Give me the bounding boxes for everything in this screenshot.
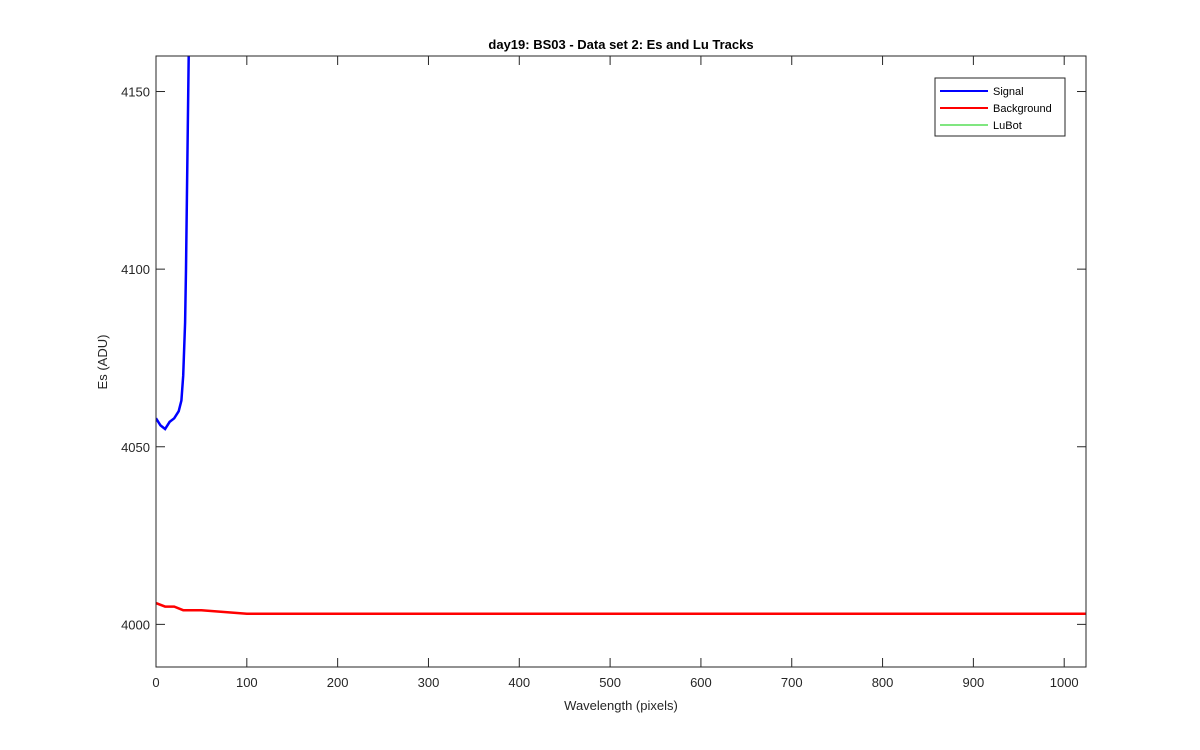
legend: Signal Background LuBot: [934, 77, 1066, 137]
chart-title: day19: BS03 - Data set 2: Es and Lu Trac…: [488, 37, 753, 52]
x-tick-label: 100: [236, 675, 258, 690]
y-tick-label: 4150: [121, 85, 150, 100]
x-tick-label: 600: [690, 675, 712, 690]
legend-label-background: Background: [993, 103, 1052, 115]
series-line-signal: [156, 56, 190, 431]
x-tick-label: 0: [152, 675, 159, 690]
y-tick-label: 4000: [121, 617, 150, 632]
x-tick-label: 500: [599, 675, 621, 690]
y-tick-label: 4050: [121, 440, 150, 455]
x-axis-label: Wavelength (pixels): [564, 698, 678, 713]
x-tick-label: 700: [781, 675, 803, 690]
y-axis: 4000 4050 4100 4150: [121, 85, 1086, 632]
plot-frame: [155, 55, 1087, 668]
y-tick-label: 4100: [121, 262, 150, 277]
x-tick-label: 900: [963, 675, 985, 690]
x-tick-label: 300: [418, 675, 440, 690]
legend-label-lubot: LuBot: [993, 120, 1022, 132]
series-line-background: [156, 601, 1086, 615]
x-tick-label: 1000: [1050, 675, 1079, 690]
y-axis-label: Es (ADU): [95, 335, 110, 390]
chart: day19: BS03 - Data set 2: Es and Lu Trac…: [95, 37, 1087, 713]
x-tick-label: 400: [508, 675, 530, 690]
x-axis: 0 100 200 300 400 500 600 700 800 900 1000: [152, 56, 1079, 690]
x-tick-label: 800: [872, 675, 894, 690]
x-tick-label: 200: [327, 675, 349, 690]
legend-label-signal: Signal: [993, 86, 1024, 98]
